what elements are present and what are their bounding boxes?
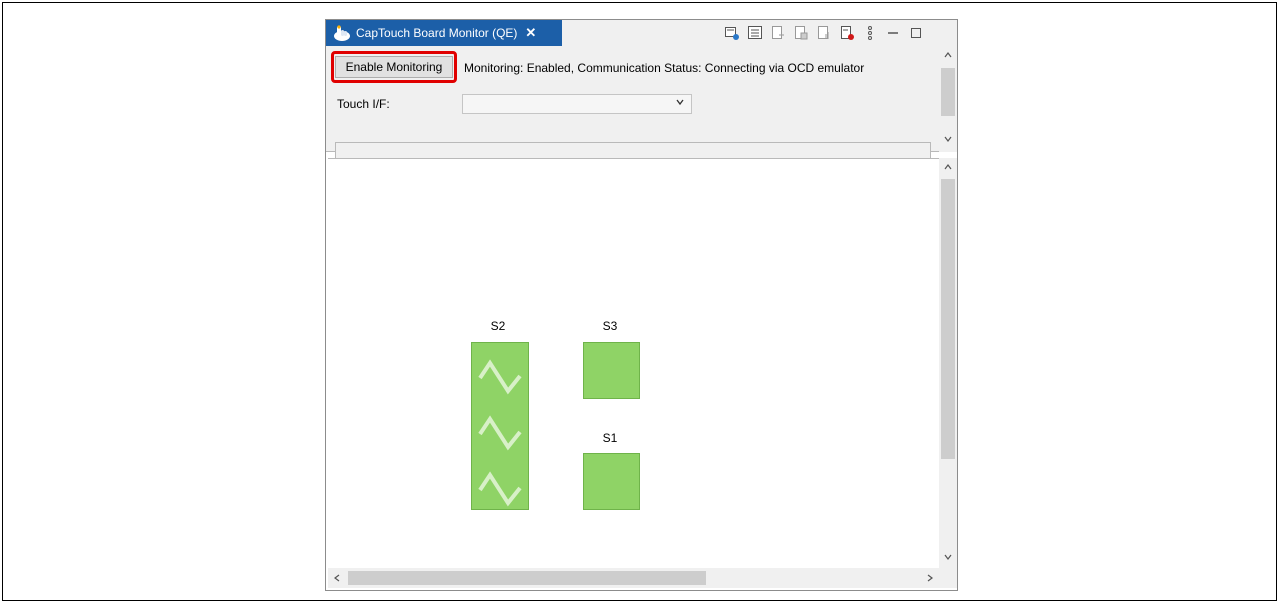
scroll-up-icon[interactable]: [939, 50, 957, 62]
monitoring-status-text: Monitoring: Enabled, Communication Statu…: [464, 61, 865, 75]
scrollbar-thumb[interactable]: [348, 571, 706, 585]
record-icon[interactable]: [839, 25, 855, 41]
window-list-icon[interactable]: [747, 25, 763, 41]
touch-if-dropdown[interactable]: [462, 94, 692, 114]
minimize-icon[interactable]: [885, 25, 901, 41]
import-icon[interactable]: [793, 25, 809, 41]
button-sensor-s1[interactable]: [583, 453, 640, 510]
canvas-vertical-scrollbar[interactable]: [939, 158, 957, 568]
tab-title: CapTouch Board Monitor (QE): [356, 26, 518, 40]
refresh-icon[interactable]: [724, 25, 740, 41]
scroll-down-icon[interactable]: [939, 552, 957, 564]
scroll-right-icon[interactable]: [921, 573, 939, 586]
sensor-label-s1: S1: [602, 431, 618, 445]
tab-captouch-board-monitor[interactable]: CapTouch Board Monitor (QE) ✕: [326, 20, 562, 46]
slider-sensor-s2[interactable]: [471, 342, 529, 510]
scrollbar-thumb[interactable]: [941, 179, 955, 459]
monitor-control-panel: Enable Monitoring Monitoring: Enabled, C…: [326, 46, 957, 166]
captouch-board-monitor-view: CapTouch Board Monitor (QE) ✕ Enable Mon…: [325, 19, 958, 591]
settings-icon[interactable]: [816, 25, 832, 41]
scroll-left-icon[interactable]: [328, 573, 346, 586]
view-tab-bar: CapTouch Board Monitor (QE) ✕: [326, 20, 957, 46]
scroll-up-icon[interactable]: [939, 162, 957, 174]
control-panel-scrollbar[interactable]: [939, 46, 957, 152]
scroll-down-icon[interactable]: [939, 134, 957, 146]
canvas-horizontal-scrollbar[interactable]: [328, 568, 939, 588]
touch-if-label: Touch I/F:: [337, 97, 390, 111]
export-icon[interactable]: [770, 25, 786, 41]
close-icon[interactable]: ✕: [525, 25, 536, 41]
board-canvas: S2 S3 S1: [328, 158, 939, 569]
sensor-label-s3: S3: [602, 319, 618, 333]
button-sensor-s3[interactable]: [583, 342, 640, 399]
maximize-icon[interactable]: [908, 25, 924, 41]
callout-highlight: [331, 51, 457, 83]
scrollbar-thumb[interactable]: [941, 68, 955, 116]
touch-hand-icon: [332, 24, 352, 42]
sensor-label-s2: S2: [490, 319, 506, 333]
view-toolbar: [724, 24, 931, 42]
view-menu-icon[interactable]: [862, 25, 878, 41]
chevron-down-icon: [675, 97, 685, 110]
scrollbar-corner: [939, 568, 957, 588]
